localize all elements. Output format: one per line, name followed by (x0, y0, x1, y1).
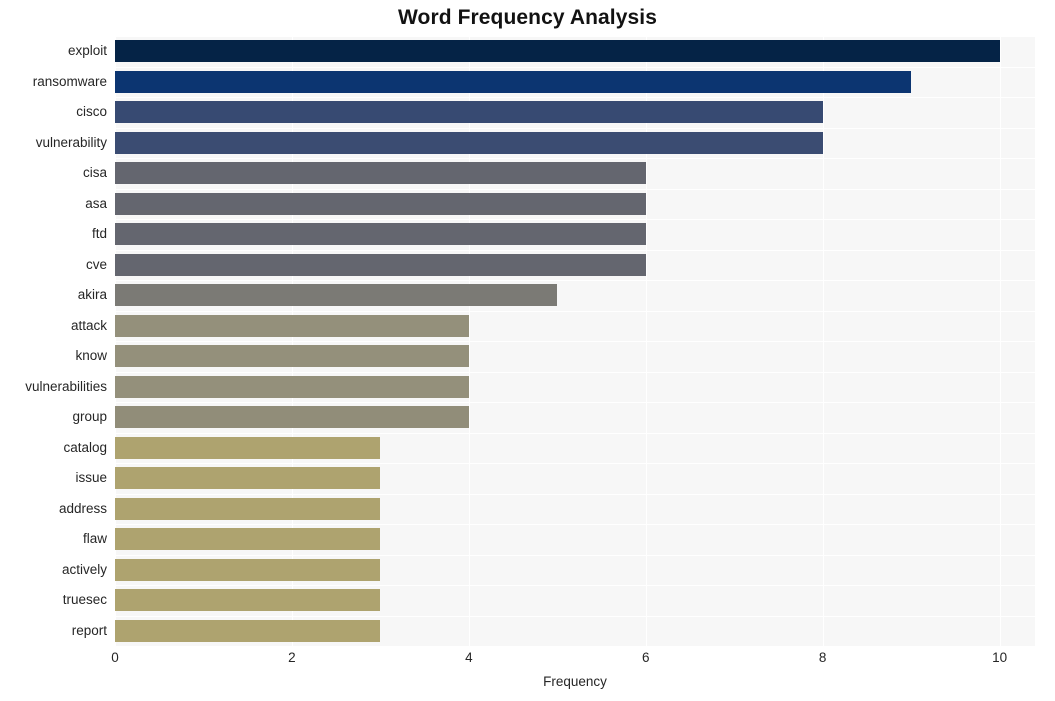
y-axis-tick-label: vulnerability (35, 134, 107, 150)
bar (115, 345, 469, 368)
bar (115, 40, 1000, 63)
y-axis-tick-label: address (58, 500, 107, 516)
y-axis-tick-label: ftd (91, 226, 107, 242)
bar (115, 253, 646, 276)
vertical-gridline (999, 36, 1001, 646)
x-axis-tick-label: 0 (111, 650, 119, 665)
chart-title: Word Frequency Analysis (397, 6, 658, 29)
bar (115, 70, 912, 93)
bar (115, 467, 381, 490)
horizontal-gridline (115, 585, 1035, 586)
y-axis-tick-labels: exploit ransomware cisco vulnerability cisa a… (0, 36, 107, 646)
x-axis-label: Frequency (543, 674, 607, 689)
x-axis-tick-label: 2 (288, 650, 296, 665)
plot-area (115, 36, 1035, 646)
y-axis-tick-label: akira (77, 287, 107, 303)
y-axis-tick-label: cve (85, 256, 107, 272)
x-axis-tick-label: 8 (818, 650, 827, 665)
bar (115, 223, 646, 246)
y-axis-tick-label: vulnerabilities (25, 378, 107, 394)
y-axis-tick-label: report (71, 622, 107, 638)
y-axis-tick-label: asa (85, 195, 107, 211)
horizontal-gridline (115, 372, 1035, 373)
vertical-gridline (291, 36, 293, 646)
bar (115, 558, 381, 581)
horizontal-gridline (115, 158, 1035, 159)
horizontal-gridline (115, 433, 1035, 434)
bar (115, 406, 469, 429)
vertical-gridline (645, 36, 647, 646)
y-axis-tick-label: exploit (67, 43, 107, 59)
y-axis-tick-label: cisa (82, 165, 107, 181)
vertical-gridline (822, 36, 824, 646)
bar (115, 589, 381, 612)
horizontal-gridline (115, 189, 1035, 190)
x-axis-tick-labels: 0 2 4 6 8 10 (0, 650, 1055, 670)
horizontal-gridline (115, 311, 1035, 312)
x-axis-tick-label: 6 (642, 650, 650, 665)
y-axis-tick-label: know (75, 348, 107, 364)
x-axis-tick-label: 4 (465, 650, 473, 665)
horizontal-gridline (115, 67, 1035, 68)
y-axis-tick-label: cisco (76, 104, 107, 120)
horizontal-gridline (115, 616, 1035, 617)
bar (115, 162, 646, 185)
bar (115, 619, 381, 642)
bar (115, 314, 469, 337)
horizontal-gridline (115, 250, 1035, 251)
horizontal-gridline (115, 219, 1035, 220)
y-axis-tick-label: issue (75, 470, 107, 486)
y-axis-tick-label: ransomware (32, 73, 107, 89)
bar (115, 131, 823, 154)
horizontal-gridline (115, 280, 1035, 281)
horizontal-gridline (115, 402, 1035, 403)
y-axis-tick-label: actively (61, 561, 107, 577)
bar (115, 375, 469, 398)
vertical-gridline (115, 36, 116, 646)
y-axis-tick-label: truesec (62, 592, 107, 608)
y-axis-tick-label: catalog (63, 439, 107, 455)
y-axis-tick-label: attack (70, 317, 107, 333)
bar (115, 101, 823, 124)
x-axis-tick-label: 10 (992, 650, 1008, 665)
bar (115, 284, 558, 307)
horizontal-gridline (115, 36, 1035, 37)
horizontal-gridline (115, 128, 1035, 129)
horizontal-gridline (115, 524, 1035, 525)
bar (115, 497, 381, 520)
horizontal-gridline (115, 555, 1035, 556)
bar (115, 192, 646, 215)
horizontal-gridline (115, 341, 1035, 342)
horizontal-gridline (115, 97, 1035, 98)
bar (115, 528, 381, 551)
y-axis-tick-label: flaw (82, 531, 107, 547)
horizontal-gridline (115, 463, 1035, 464)
y-axis-tick-label: group (72, 409, 107, 425)
vertical-gridline (468, 36, 470, 646)
bar (115, 436, 381, 459)
chart-figure: Word Frequency Analysis exploit ransomwar… (0, 0, 1055, 701)
horizontal-gridline (115, 494, 1035, 495)
